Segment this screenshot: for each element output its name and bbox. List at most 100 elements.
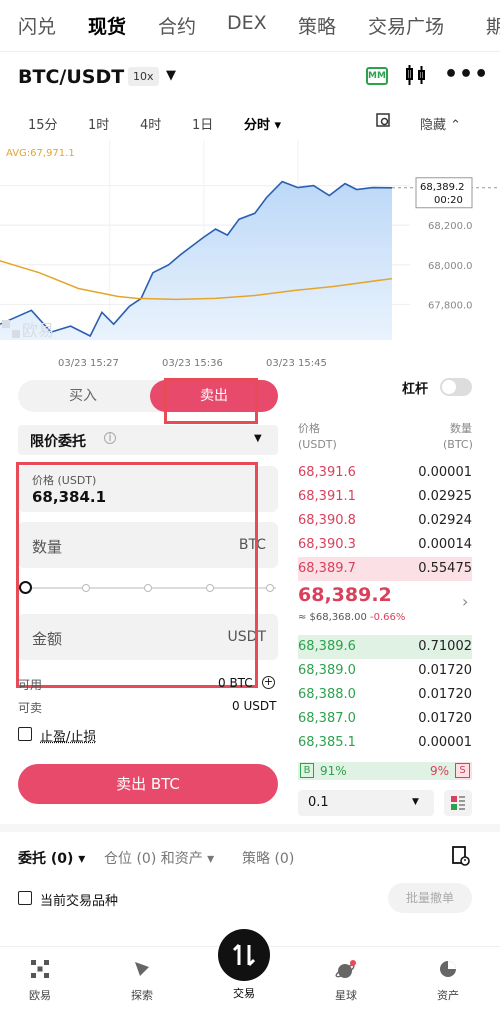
ask-row[interactable]: 68,391.6 0.00001	[298, 461, 472, 485]
nav-assets[interactable]: 资产	[418, 959, 478, 1003]
highlight-box-sell	[164, 378, 258, 424]
orderbook-price-header: 价格	[298, 422, 320, 435]
depth-select[interactable]: 0.1 ▼	[298, 790, 434, 816]
ask-quantity: 0.55475	[418, 561, 472, 576]
tab-dex[interactable]: DEX	[227, 12, 267, 34]
orderbook-price-unit: (USDT)	[298, 438, 337, 451]
tab-positions-assets[interactable]: 仓位 (0) 和资产 ▾	[104, 848, 214, 868]
hide-chart-button[interactable]: 隐藏 ⌃	[420, 114, 461, 133]
orderbook-qty-unit: (BTC)	[443, 438, 473, 451]
bid-row[interactable]: 68,388.0 0.01720	[298, 683, 472, 707]
bid-price: 68,388.0	[298, 687, 356, 702]
sell-btc-button[interactable]: 卖出 BTC	[18, 764, 278, 804]
ask-row[interactable]: 68,390.8 0.02924	[298, 509, 472, 533]
bid-quantity: 0.01720	[418, 711, 472, 726]
nav-planet[interactable]: 星球	[316, 959, 376, 1003]
leverage-toggle[interactable]	[440, 378, 472, 396]
trade-icon[interactable]	[218, 929, 270, 981]
last-price-usd: ≈ $68,368.00	[298, 612, 367, 623]
batch-cancel-button[interactable]: 批量撤单	[388, 883, 472, 913]
ask-row[interactable]: 68,389.7 0.55475	[298, 557, 472, 581]
slider-step-100[interactable]	[266, 584, 274, 592]
last-price-change: -0.66%	[370, 612, 406, 623]
current-pair-label: 当前交易品种	[40, 894, 119, 909]
nav-explore[interactable]: 探索	[112, 959, 172, 1003]
order-type-select[interactable]: 限价委托 i ▼	[18, 425, 278, 455]
bid-price: 68,385.1	[298, 735, 356, 750]
ask-row[interactable]: 68,390.3 0.00014	[298, 533, 472, 557]
depth-value: 0.1	[308, 795, 329, 810]
more-icon[interactable]: •••	[444, 62, 489, 87]
order-history-icon[interactable]	[452, 846, 470, 870]
buy-tab[interactable]: 买入	[18, 380, 148, 412]
leverage-label: 杠杆	[402, 382, 429, 397]
tab-flash-exchange[interactable]: 闪兑	[18, 12, 56, 39]
tab-more[interactable]: 期	[486, 12, 500, 39]
nav-explore-label: 探索	[131, 989, 153, 1002]
timeframe-time[interactable]: 分时 ▾	[244, 114, 281, 133]
chevron-down-icon[interactable]: ▼	[166, 68, 176, 83]
x-tick-label: 03/23 15:45	[266, 358, 327, 369]
tab-trading-square[interactable]: 交易广场	[368, 12, 444, 39]
timeframe-1d[interactable]: 1日	[192, 114, 213, 133]
available-value: 0 BTC	[218, 676, 253, 690]
orderbook-layout-icon[interactable]	[444, 790, 472, 816]
watermark-logo	[12, 330, 20, 338]
orderbook-qty-header: 数量	[450, 422, 472, 435]
timeframe-4h[interactable]: 4时	[140, 114, 161, 133]
nav-trade-label: 交易	[233, 987, 255, 1000]
tab-spot[interactable]: 现货	[88, 12, 126, 39]
tab-strategy[interactable]: 策略	[298, 12, 336, 39]
planet-icon	[316, 959, 376, 985]
okx-logo-icon	[10, 959, 70, 985]
chevron-right-icon[interactable]: ›	[462, 592, 468, 611]
nav-trade[interactable]: 交易	[214, 983, 274, 1001]
section-divider	[0, 824, 500, 832]
bid-quantity: 0.00001	[418, 735, 472, 750]
tab-orders[interactable]: 委托 (0) ▾	[18, 848, 85, 868]
sellable-label: 可卖	[18, 701, 43, 715]
buy-ratio-value: 91%	[320, 764, 347, 778]
chevron-down-icon: ▼	[412, 797, 419, 807]
timeframe-1h[interactable]: 1时	[88, 114, 109, 133]
sell-ratio-value: 9%	[430, 764, 450, 778]
nav-okx[interactable]: 欧易	[10, 959, 70, 1003]
sell-ratio-label: S	[455, 763, 470, 778]
ask-quantity: 0.00001	[418, 465, 472, 480]
y-tick-label: 68,000.0	[428, 261, 473, 272]
info-icon[interactable]: i	[104, 432, 116, 444]
bid-price: 68,389.0	[298, 663, 356, 678]
ask-row[interactable]: 68,391.1 0.02925	[298, 485, 472, 509]
price-chart[interactable]: 68,400.068,200.068,000.067,800.068,389.2…	[0, 140, 500, 370]
top-nav: 闪兑 现货 合约 DEX 策略 交易广场 期	[0, 0, 500, 52]
candlestick-icon[interactable]	[404, 64, 428, 91]
transfer-add-icon[interactable]: +	[262, 676, 275, 689]
tab-strategies[interactable]: 策略 (0)	[242, 848, 294, 868]
bid-quantity: 0.01720	[418, 663, 472, 678]
chart-settings-icon[interactable]	[376, 113, 390, 131]
watermark-logo	[2, 320, 10, 328]
ask-price: 68,391.1	[298, 489, 356, 504]
nav-okx-label: 欧易	[29, 989, 51, 1002]
timeframe-15m[interactable]: 15分	[28, 114, 58, 133]
bid-row[interactable]: 68,389.6 0.71002	[298, 635, 472, 659]
current-pair-checkbox[interactable]	[18, 891, 32, 905]
highlight-box-fields	[16, 462, 258, 688]
market-maker-icon[interactable]: MM	[366, 67, 388, 85]
tpsl-checkbox[interactable]	[18, 727, 32, 741]
tpsl-label[interactable]: 止盈/止损	[40, 726, 96, 745]
pie-chart-icon	[418, 959, 478, 985]
bid-row[interactable]: 68,387.0 0.01720	[298, 707, 472, 731]
bid-row[interactable]: 68,389.0 0.01720	[298, 659, 472, 683]
last-price: 68,389.2	[298, 584, 392, 606]
bid-quantity: 0.01720	[418, 687, 472, 702]
y-tick-label: 67,800.0	[428, 300, 473, 311]
x-tick-label: 03/23 15:36	[162, 358, 223, 369]
buy-ratio-label: B	[300, 763, 314, 778]
tab-futures[interactable]: 合约	[158, 12, 196, 39]
sellable-value: 0 USDT	[232, 699, 277, 713]
order-type-value: 限价委托	[30, 434, 86, 450]
chevron-down-icon: ▼	[254, 433, 262, 444]
pair-title[interactable]: BTC/USDT	[18, 66, 124, 88]
bid-row[interactable]: 68,385.1 0.00001	[298, 731, 472, 755]
